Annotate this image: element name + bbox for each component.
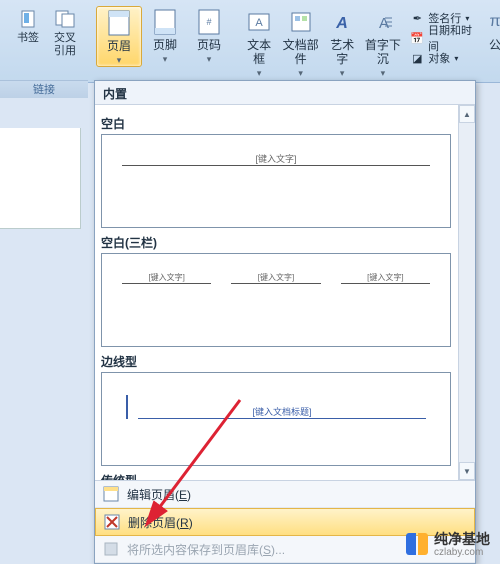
chevron-down-icon: ▾ [381,68,386,79]
svg-text:A: A [256,17,264,29]
dropcap-icon: A [372,8,394,36]
ribbon-group-label-links: 链接 [0,80,88,99]
template-item-sideline[interactable]: [键入文档标题] [101,372,451,466]
object-button[interactable]: ◪ 对象 ▾ [410,48,473,68]
textbox-button[interactable]: A 文本框 ▾ [242,6,276,79]
object-label: 对象 [428,50,450,66]
header-gallery-dropdown: 内置 ▲ ▼ 空白 [键入文字] 空白(三栏) [键入文字] [键入文字] [键… [94,80,476,564]
watermark: 纯净基地 czlaby.com [406,529,490,558]
edit-header-icon [103,486,119,502]
ribbon-mini-stack: ✒ 签名行 ▾ 📅 日期和时间 ◪ 对象 ▾ [410,6,473,68]
equation-button-cut[interactable]: π 公 [485,6,500,52]
quickparts-label: 文档部件 [278,38,323,66]
ribbon-group-text: A 文本框 ▾ 文档部件 ▾ A 艺术字 ▾ A 首字下沉 ▾ [236,2,479,82]
placeholder-text: [键入文档标题] [138,405,426,419]
dropcap-label: 首字下沉 [361,38,404,66]
template-item-blank-3col[interactable]: [键入文字] [键入文字] [键入文字] [101,253,451,347]
chevron-down-icon: ▾ [298,68,303,79]
quickparts-icon [290,8,312,36]
placeholder-text: [键入文字] [255,152,296,165]
bookmark-label: 书签 [17,32,39,45]
quickparts-button[interactable]: 文档部件 ▾ [278,6,323,79]
footer-button[interactable]: 页脚 ▾ [144,6,186,65]
dropcap-button[interactable]: A 首字下沉 ▾ [361,6,404,79]
watermark-logo-icon [406,533,428,555]
equation-icon: π [489,8,500,36]
chevron-down-icon: ▾ [207,54,212,65]
signature-icon: ✒ [410,11,424,25]
chevron-down-icon: ▾ [257,68,262,79]
edit-header-label: 编辑页眉(E) [127,486,191,503]
ribbon-group-links: 书签 交叉 引用 [4,2,90,82]
template-title: 传统型 [101,472,451,480]
wordart-button[interactable]: A 艺术字 ▾ [325,6,359,79]
header-label: 页眉 [107,39,131,53]
template-item-blank[interactable]: [键入文字] [101,134,451,228]
crossref-button[interactable]: 交叉 引用 [46,6,84,58]
footer-label: 页脚 [153,38,177,52]
ribbon-insert-tab: 书签 交叉 引用 页眉 ▾ 页脚 ▾ # 页码 [0,0,500,83]
edit-header-menuitem[interactable]: 编辑页眉(E) [95,481,475,508]
sideline-bar-icon [126,395,132,419]
chevron-down-icon: ▾ [454,54,458,63]
pagenum-button[interactable]: # 页码 ▾ [188,6,230,65]
ribbon-group-symbols-cut: π 公 [479,2,500,82]
watermark-url: czlaby.com [434,547,490,558]
scroll-up-button[interactable]: ▲ [459,105,475,123]
template-title: 边线型 [101,353,451,370]
wordart-icon: A [331,8,353,36]
ribbon-group-headerfooter: 页眉 ▾ 页脚 ▾ # 页码 ▾ [90,2,236,82]
bookmark-button[interactable]: 书签 [10,6,46,45]
gallery-section-builtin: 内置 [95,81,475,105]
template-title: 空白(三栏) [101,234,451,251]
pagenum-icon: # [197,8,221,36]
remove-header-icon [104,514,120,530]
datetime-button[interactable]: 📅 日期和时间 [410,28,473,48]
watermark-brand: 纯净基地 [434,531,490,547]
svg-text:#: # [206,17,211,27]
gallery-body[interactable]: ▲ ▼ 空白 [键入文字] 空白(三栏) [键入文字] [键入文字] [键入文字… [95,105,475,480]
save-to-gallery-label: 将所选内容保存到页眉库(S)... [127,541,285,558]
equation-label: 公 [489,38,500,52]
remove-header-label: 删除页眉(R) [128,514,193,531]
placeholder-text: [键入文字] [341,272,430,284]
header-button[interactable]: 页眉 ▾ [96,6,142,67]
header-icon [107,9,131,37]
placeholder-text: [键入文字] [122,272,211,284]
scroll-down-button[interactable]: ▼ [459,462,475,480]
footer-icon [153,8,177,36]
bookmark-icon [19,8,37,30]
template-title: 空白 [101,115,451,132]
wordart-label: 艺术字 [325,38,359,66]
chevron-down-icon: ▾ [117,55,122,66]
save-icon [103,541,119,557]
placeholder-text: [键入文字] [231,272,320,284]
datetime-icon: 📅 [410,31,424,45]
document-page-edge [0,128,81,229]
chevron-down-icon: ▾ [340,68,345,79]
svg-text:A: A [335,15,348,32]
gallery-scrollbar[interactable]: ▲ ▼ [458,105,475,480]
object-icon: ◪ [410,51,424,65]
textbox-icon: A [248,8,270,36]
crossref-label: 交叉 引用 [54,32,76,58]
crossref-icon [55,8,75,30]
textbox-label: 文本框 [242,38,276,66]
pagenum-label: 页码 [197,38,221,52]
chevron-down-icon: ▾ [163,54,168,65]
